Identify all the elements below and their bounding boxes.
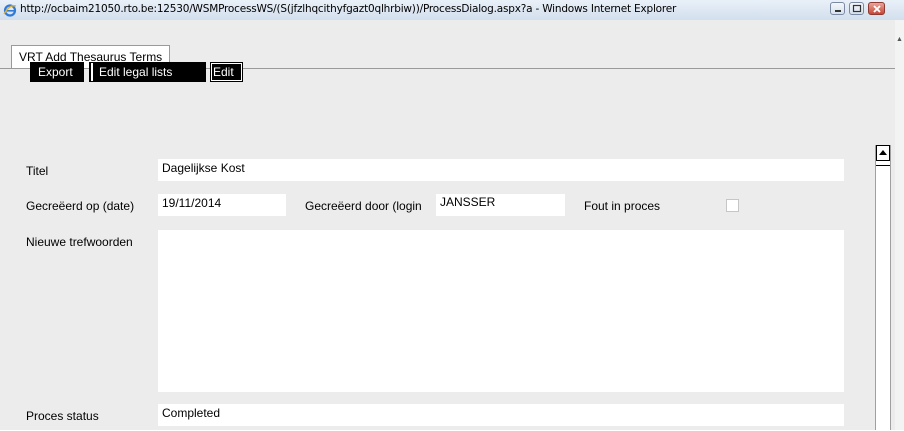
created-by-label: Gecreëerd door (login (305, 199, 422, 213)
error-in-process-label: Fout in proces (584, 199, 661, 213)
minimize-icon (835, 10, 841, 12)
close-icon (873, 5, 881, 13)
maximize-button[interactable] (849, 2, 864, 15)
toolbar-separator (91, 63, 93, 81)
created-on-input[interactable]: 19/11/2014 (158, 194, 286, 216)
edit-label: Edit (213, 65, 234, 79)
window-scrollbar[interactable]: ▲ (895, 20, 904, 430)
triangle-up-icon (879, 150, 887, 155)
edit-legal-lists-label: Edit legal lists (99, 65, 173, 79)
edit-button[interactable]: Edit (210, 62, 243, 82)
created-by-input[interactable]: JANSSER (436, 194, 565, 216)
window-titlebar: http://ocbaim21050.rto.be:12530/WSMProce… (0, 0, 904, 21)
export-label: Export (38, 65, 73, 79)
export-button[interactable]: Export (30, 62, 84, 82)
close-button[interactable] (868, 2, 885, 15)
form-scrollbar[interactable] (875, 145, 891, 430)
titel-label: Titel (26, 164, 49, 178)
ie-icon (3, 3, 17, 17)
scroll-track[interactable] (876, 165, 890, 431)
titel-input[interactable]: Dagelijkse Kost (158, 159, 844, 181)
minimize-button[interactable] (830, 2, 845, 15)
status-label: Proces status (26, 409, 99, 423)
keywords-label: Nieuwe trefwoorden (26, 235, 133, 249)
edit-legal-lists-button[interactable]: Edit legal lists (89, 62, 206, 82)
created-on-label: Gecreëerd op (date) (26, 199, 135, 213)
maximize-icon (852, 4, 862, 13)
keywords-textarea[interactable] (158, 230, 844, 392)
status-input[interactable]: Completed (158, 404, 844, 426)
scroll-up-arrow-icon: ▲ (896, 36, 903, 43)
scroll-up-button[interactable] (876, 145, 890, 161)
window-title: http://ocbaim21050.rto.be:12530/WSMProce… (20, 3, 677, 15)
error-in-process-checkbox[interactable] (726, 199, 739, 212)
